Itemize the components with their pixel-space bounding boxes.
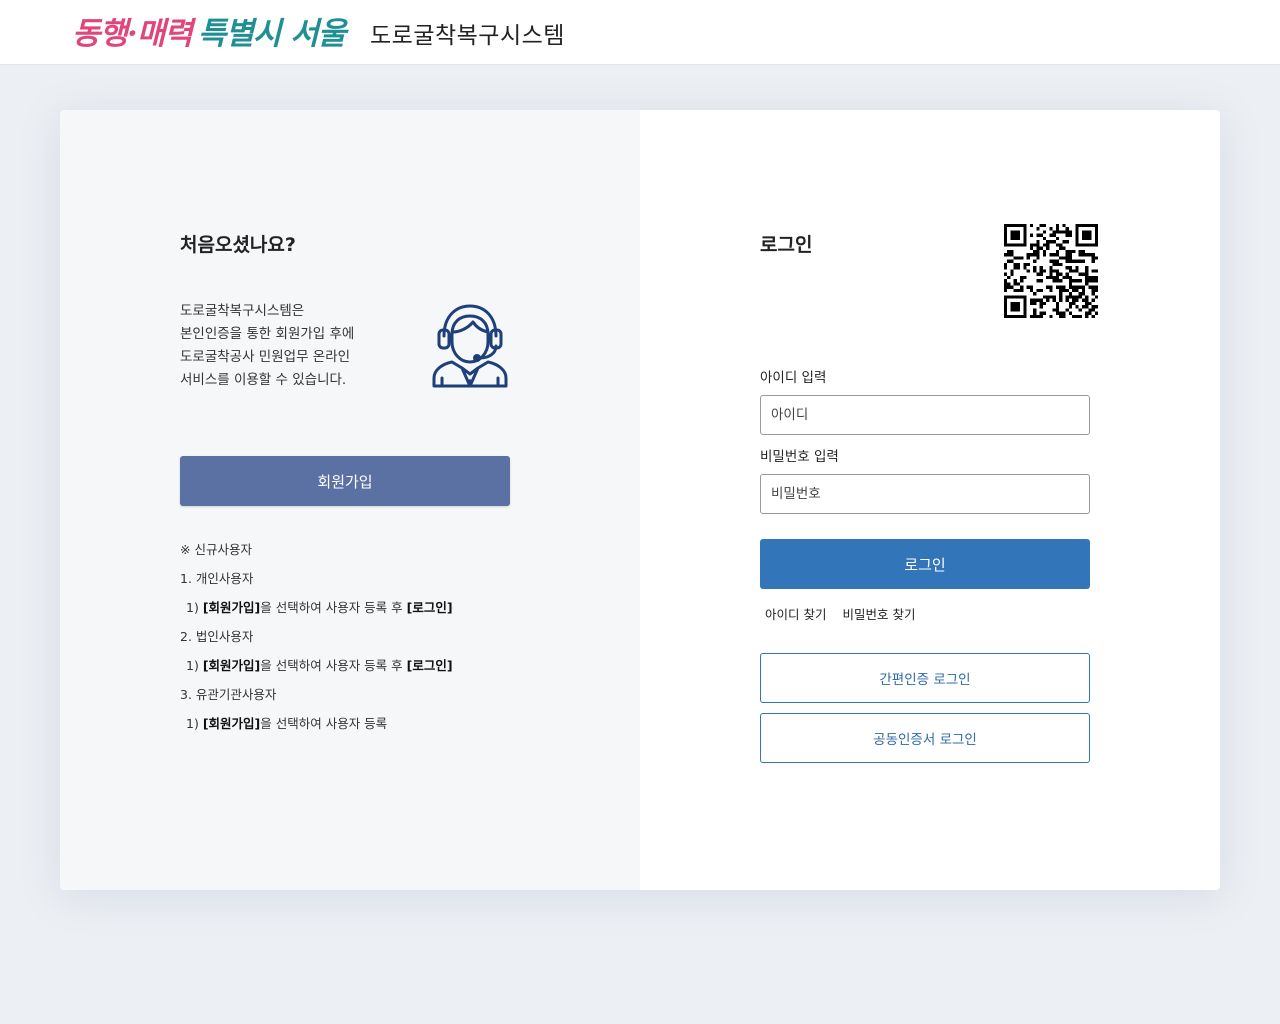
password-input[interactable] (760, 474, 1090, 514)
certificate-login-button[interactable]: 공동인증서 로그인 (760, 713, 1090, 763)
logo-part1: 동행 (72, 16, 128, 52)
signup-description: 도로굴착복구시스템은 본인인증을 통한 회원가입 후에 도로굴착공사 민원업무 … (180, 300, 410, 392)
seoul-logo[interactable]: 동행·매력 특별시 서울 (72, 8, 352, 60)
find-id-link[interactable]: 아이디 찾기 (765, 607, 826, 622)
header: 동행·매력 특별시 서울 도로굴착복구시스템 (0, 0, 1280, 65)
id-input[interactable] (760, 395, 1090, 435)
login-panel: 로그인 아이디 입력 비밀번호 입력 로그인 아이디 찾기 비밀번호 찾기 간편… (640, 110, 1220, 890)
logo-dot: · (127, 16, 138, 52)
note-corporate: 2. 법인사용자 (180, 629, 254, 644)
qr-code[interactable] (1004, 224, 1098, 318)
description-line: 도로굴착공사 민원업무 온라인 (180, 349, 351, 365)
note-individual-step: 1) [회원가입]을 선택하여 사용자 등록 후 [로그인] (186, 600, 453, 615)
new-user-notes: ※ 신규사용자 1. 개인사용자 1) [회원가입]을 선택하여 사용자 등록 … (180, 540, 540, 743)
find-links: 아이디 찾기 비밀번호 찾기 (765, 604, 927, 623)
notes-title: ※ 신규사용자 (180, 542, 252, 557)
note-agency-step: 1) [회원가입]을 선택하여 사용자 등록 (186, 716, 388, 731)
id-label: 아이디 입력 (760, 370, 827, 386)
description-line: 도로굴착복구시스템은 (180, 303, 305, 319)
simple-auth-login-button[interactable]: 간편인증 로그인 (760, 653, 1090, 703)
description-line: 본인인증을 통한 회원가입 후에 (180, 326, 355, 342)
signup-button[interactable]: 회원가입 (180, 456, 510, 506)
login-heading: 로그인 (760, 234, 813, 256)
logo-part2: 매력 (136, 16, 193, 52)
system-title: 도로굴착복구시스템 (370, 23, 565, 49)
customer-service-agent-icon (432, 304, 508, 388)
signup-panel: 처음오셨나요? 도로굴착복구시스템은 본인인증을 통한 회원가입 후에 도로굴착… (60, 110, 640, 890)
login-card: 처음오셨나요? 도로굴착복구시스템은 본인인증을 통한 회원가입 후에 도로굴착… (60, 110, 1220, 890)
find-password-link[interactable]: 비밀번호 찾기 (842, 607, 915, 622)
password-label: 비밀번호 입력 (760, 449, 839, 465)
note-individual: 1. 개인사용자 (180, 571, 254, 586)
note-corporate-step: 1) [회원가입]을 선택하여 사용자 등록 후 [로그인] (186, 658, 453, 673)
logo-part3: 특별시 서울 (197, 16, 346, 52)
description-line: 서비스를 이용할 수 있습니다. (180, 372, 347, 388)
note-agency: 3. 유관기관사용자 (180, 687, 277, 702)
login-button[interactable]: 로그인 (760, 539, 1090, 589)
signup-heading: 처음오셨나요? (180, 234, 296, 256)
